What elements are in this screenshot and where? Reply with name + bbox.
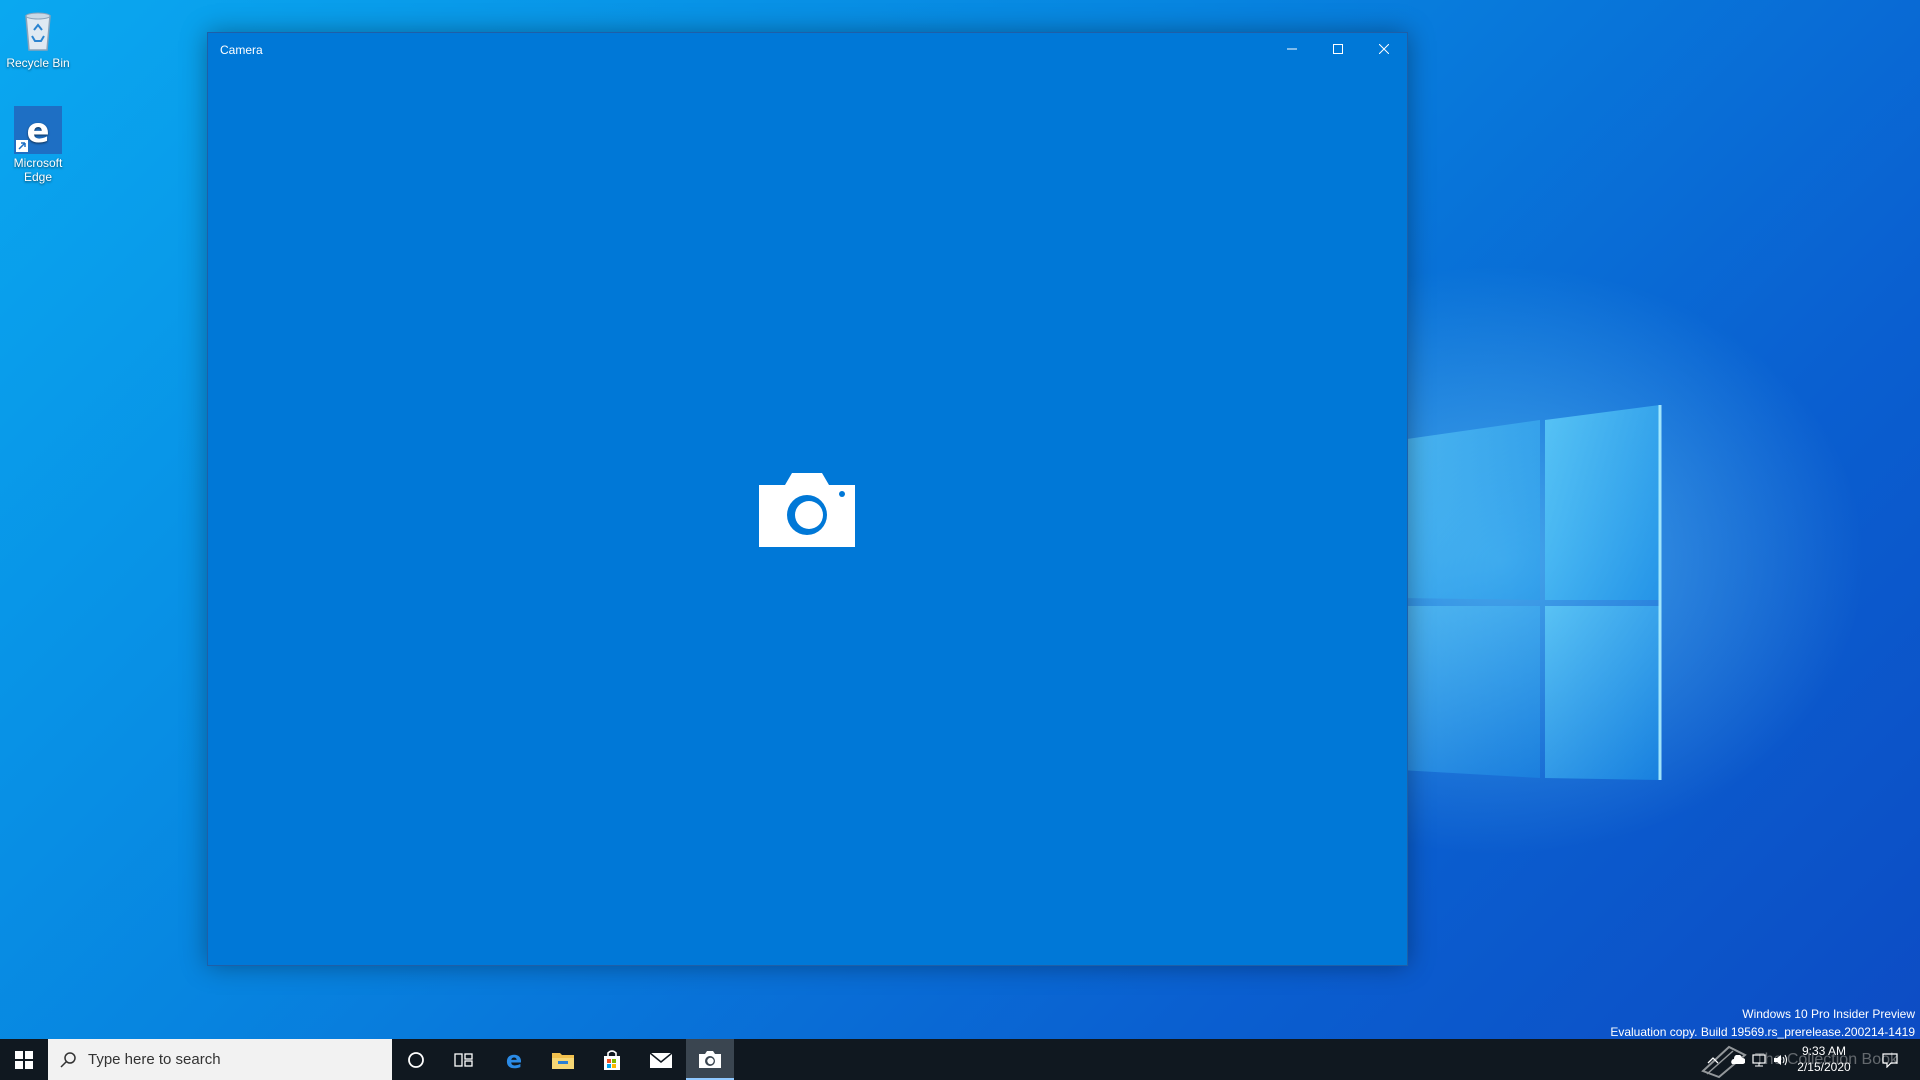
svg-text:e: e — [26, 111, 49, 151]
task-view-icon — [454, 1052, 473, 1067]
maximize-button[interactable] — [1315, 33, 1361, 65]
desktop-icon-label: Recycle Bin — [6, 56, 70, 70]
windows-start-icon — [15, 1050, 33, 1069]
watermark-build: Evaluation copy. Build 19569.rs_prerelea… — [1610, 1025, 1915, 1039]
taskbar-file-explorer-button[interactable] — [539, 1039, 587, 1080]
task-view-button[interactable] — [440, 1039, 488, 1080]
taskbar-search-box[interactable] — [48, 1039, 392, 1080]
book-logo-icon — [1700, 1045, 1747, 1078]
camera-icon — [699, 1050, 721, 1068]
edge-icon: e — [14, 106, 62, 154]
camera-window: Camera — [207, 32, 1408, 966]
minimize-icon — [1287, 48, 1297, 50]
desktop-icon-label: Microsoft Edge — [13, 156, 63, 184]
camera-icon — [759, 473, 855, 547]
watermark-edition: Windows 10 Pro Insider Preview — [1742, 1007, 1915, 1021]
taskbar-store-button[interactable] — [588, 1039, 636, 1080]
edge-icon: e — [506, 1048, 522, 1072]
recycle-bin-icon — [14, 6, 62, 54]
window-titlebar[interactable]: Camera — [208, 33, 1407, 65]
file-explorer-icon — [552, 1052, 574, 1069]
mail-icon — [649, 1051, 673, 1068]
store-icon — [604, 1049, 620, 1070]
svg-text:e: e — [506, 1048, 522, 1072]
close-icon — [1379, 44, 1389, 54]
taskbar-mail-button[interactable] — [637, 1039, 685, 1080]
taskbar-edge-button[interactable]: e — [490, 1039, 538, 1080]
desktop-icon-recycle-bin[interactable]: Recycle Bin — [0, 6, 76, 70]
taskbar-camera-button[interactable] — [686, 1039, 734, 1080]
collection-book-watermark: The Collection Book — [1699, 1039, 1898, 1080]
close-button[interactable] — [1361, 33, 1407, 65]
windows-logo-wallpaper — [1400, 405, 1662, 780]
search-input[interactable] — [88, 1051, 378, 1068]
desktop-icon-edge[interactable]: e Microsoft Edge — [0, 106, 76, 184]
desktop: Recycle Bin e Microsoft Edge Camera Wind… — [0, 0, 1920, 1039]
minimize-button[interactable] — [1269, 33, 1315, 65]
cortana-button[interactable] — [392, 1039, 440, 1080]
cortana-icon — [408, 1051, 424, 1068]
window-title: Camera — [220, 43, 263, 57]
taskbar: e — [0, 1039, 1920, 1080]
search-icon — [48, 1051, 88, 1068]
start-button[interactable] — [0, 1039, 48, 1080]
maximize-icon — [1333, 44, 1343, 54]
build-watermark: Windows 10 Pro Insider Preview Evaluatio… — [1610, 1005, 1915, 1039]
overlay-text: The Collection Book — [1754, 1050, 1898, 1068]
